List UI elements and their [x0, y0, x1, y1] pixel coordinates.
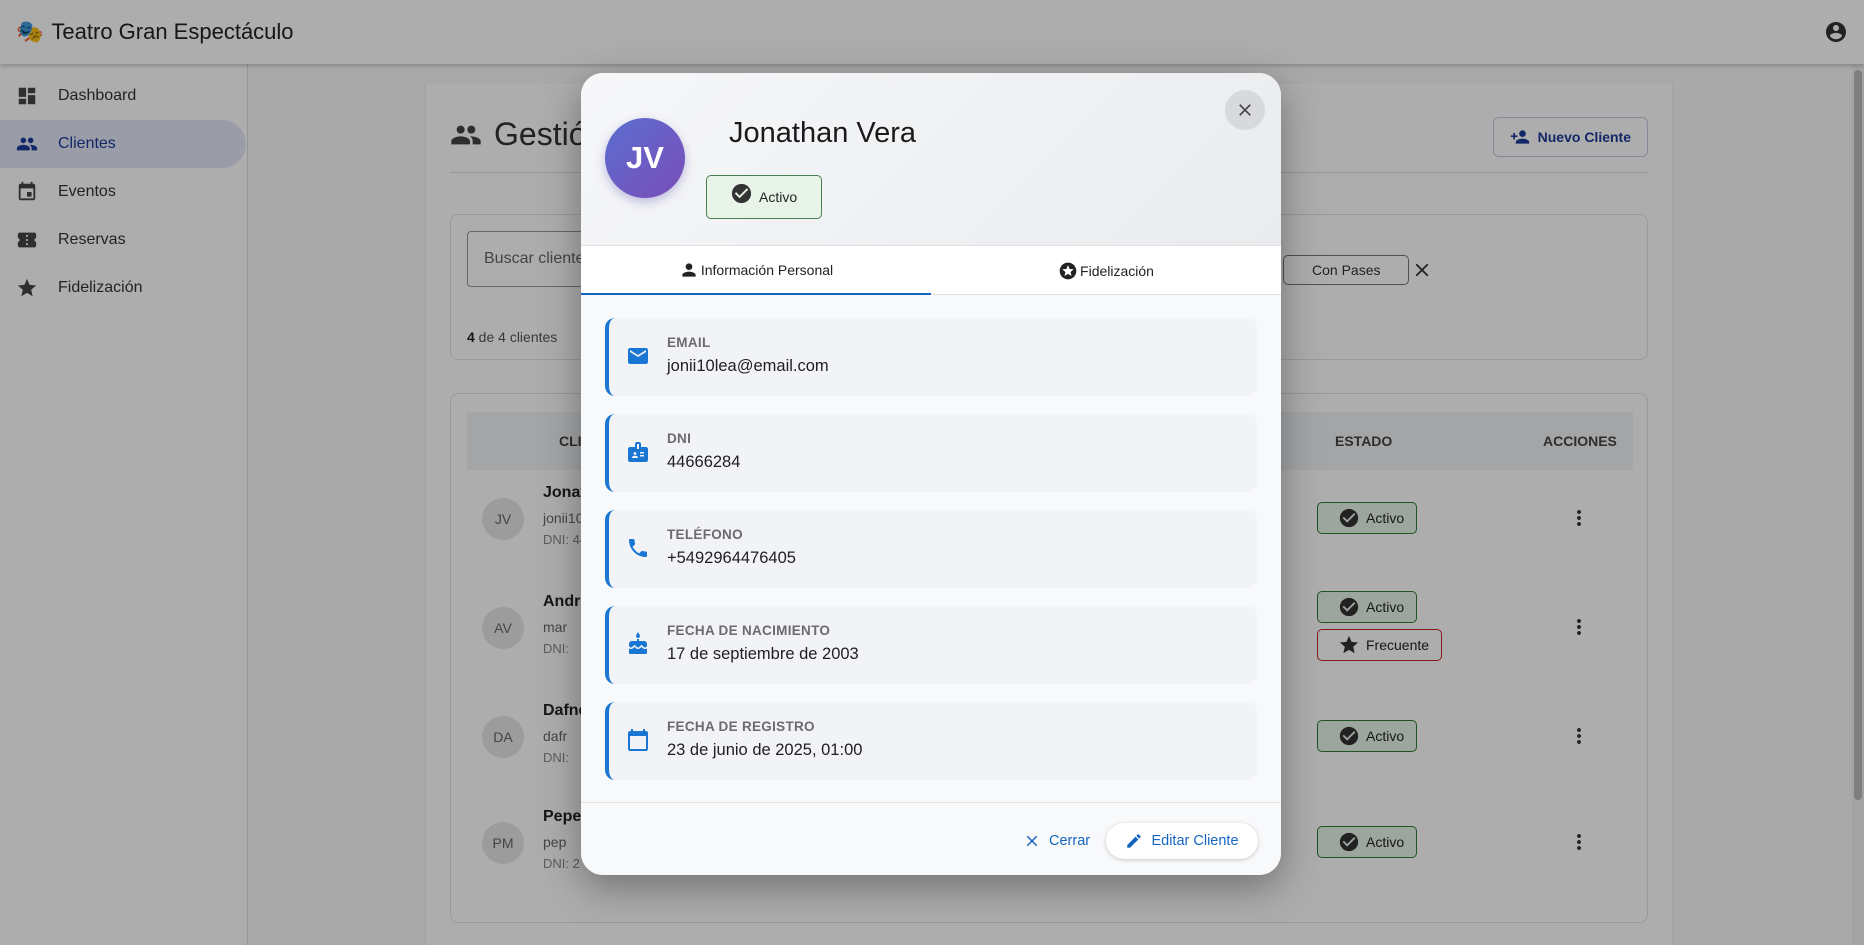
dialog-footer: Cerrar Editar Cliente: [581, 802, 1281, 875]
info-label: FECHA DE REGISTRO: [667, 719, 815, 734]
person-icon: [682, 262, 696, 277]
tab-label: Información Personal: [700, 261, 834, 278]
mail-icon: [628, 348, 648, 364]
status-badge: Activo: [706, 175, 822, 219]
info-label: FECHA DE NACIMIENTO: [667, 623, 831, 638]
info-fecha-nacimiento: FECHA DE NACIMIENTO 17 de septiembre de …: [605, 606, 1257, 684]
avatar: JV: [605, 118, 685, 198]
client-name: Jonathan Vera: [729, 117, 917, 149]
info-label: DNI: [667, 431, 692, 446]
id-badge-icon: [628, 442, 648, 462]
cancel-button[interactable]: Cerrar: [1015, 823, 1098, 859]
calendar-icon: [628, 729, 648, 751]
info-value: 23 de junio de 2025, 01:00: [667, 741, 863, 759]
tab-fidelizacion[interactable]: Fidelización: [931, 246, 1281, 295]
info-label: EMAIL: [667, 335, 711, 350]
status-label: Activo: [759, 189, 798, 205]
tab-label: Fidelización: [1080, 262, 1154, 279]
edit-icon: [1127, 834, 1142, 848]
stars-icon: [1059, 262, 1077, 279]
info-value: jonii10lea@email.com: [667, 357, 829, 375]
tab-informacion-personal[interactable]: Información Personal: [581, 246, 931, 295]
info-label: TELÉFONO: [667, 527, 743, 542]
info-value: +5492964476405: [667, 549, 796, 567]
info-email: EMAIL jonii10lea@email.com: [605, 318, 1257, 396]
edit-button-label: Editar Cliente: [1151, 833, 1239, 849]
info-dni: DNI 44666284: [605, 414, 1257, 492]
cancel-button-label: Cerrar: [1049, 833, 1091, 849]
client-detail-dialog: JV Jonathan Vera Activo Información Pers…: [581, 73, 1281, 875]
dialog-header: JV Jonathan Vera Activo: [581, 73, 1281, 245]
info-value: 44666284: [667, 453, 741, 471]
dialog-tabs: Información Personal Fidelización: [581, 245, 1281, 295]
close-icon: [1026, 835, 1038, 847]
info-telefono: TELÉFONO +5492964476405: [605, 510, 1257, 588]
check-circle-icon: [731, 183, 752, 203]
edit-client-button[interactable]: Editar Cliente: [1106, 823, 1258, 859]
cake-icon: [629, 632, 647, 654]
close-icon: [1239, 104, 1251, 116]
phone-icon: [629, 539, 647, 557]
info-fecha-registro: FECHA DE REGISTRO 23 de junio de 2025, 0…: [605, 702, 1257, 780]
dialog-close-button[interactable]: [1225, 90, 1265, 130]
info-value: 17 de septiembre de 2003: [667, 645, 859, 663]
